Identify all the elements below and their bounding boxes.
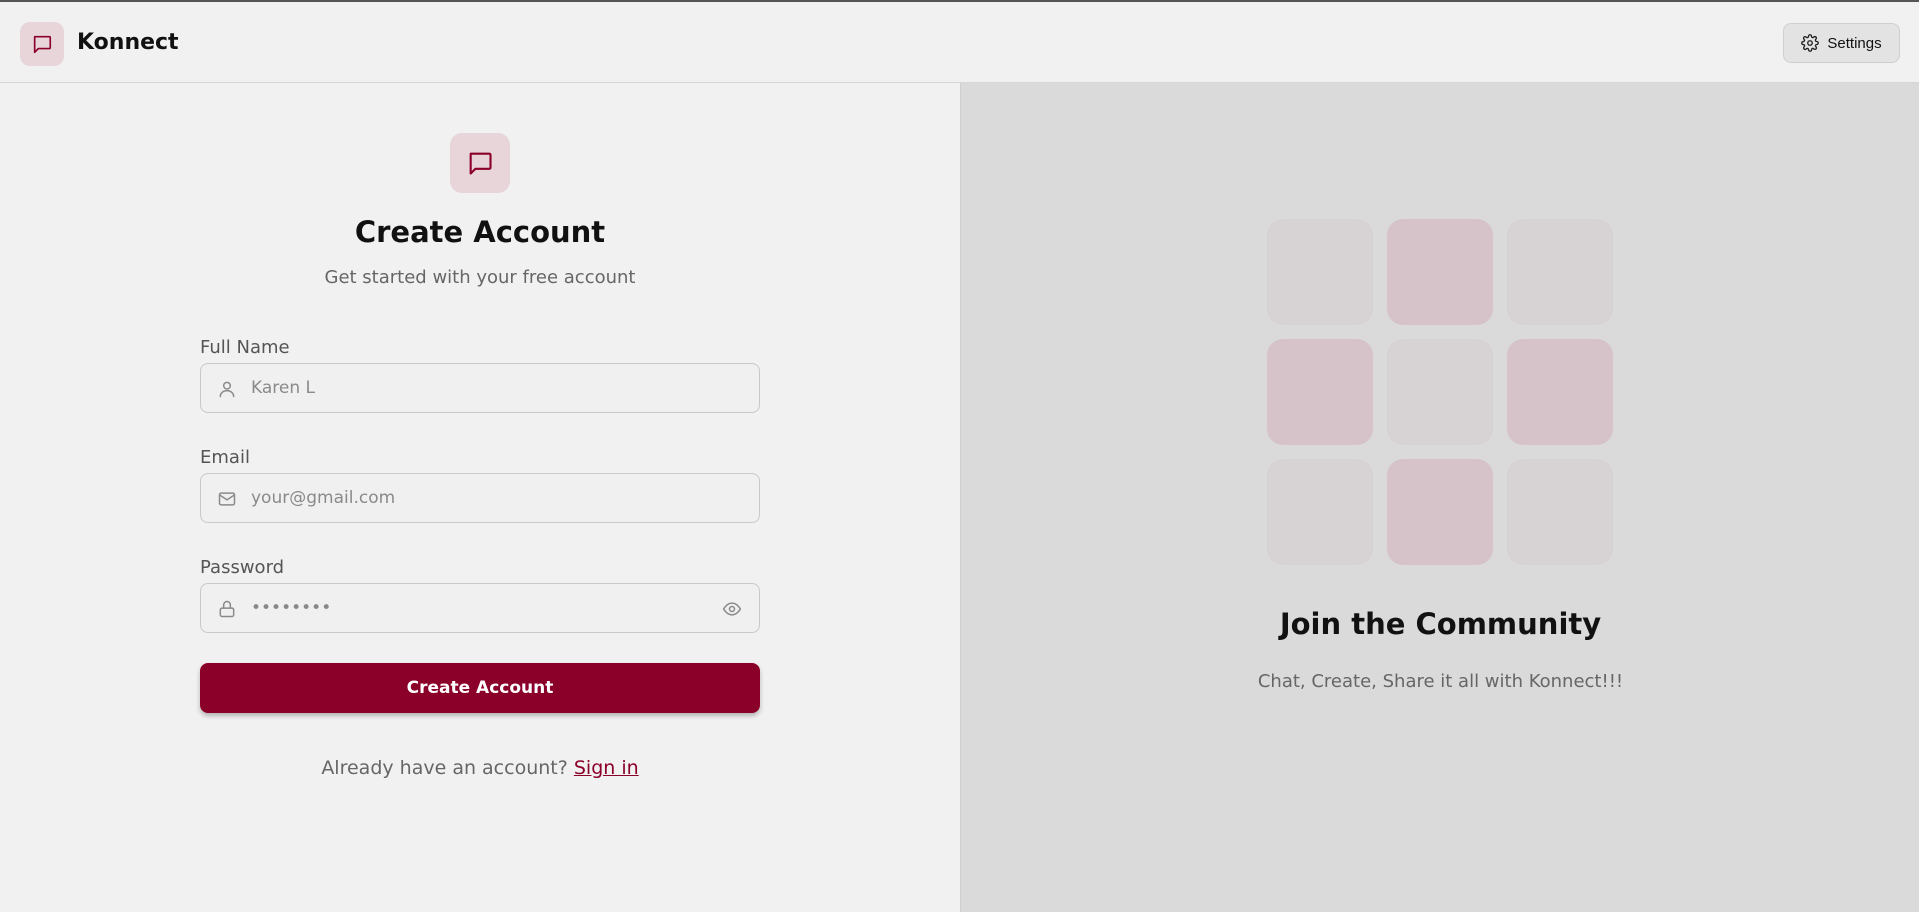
app-header: Konnect Settings (0, 2, 1919, 83)
email-field (200, 473, 760, 523)
full-name-label: Full Name (200, 337, 290, 358)
grid-tile (1507, 459, 1613, 565)
password-field (200, 583, 760, 633)
grid-tile (1387, 339, 1493, 445)
signin-link[interactable]: Sign in (574, 757, 639, 779)
password-label: Password (200, 557, 285, 578)
signin-prompt-line: Already have an account? Sign in (0, 757, 960, 779)
user-icon (215, 377, 239, 401)
grid-tile (1267, 339, 1373, 445)
gear-icon (1801, 34, 1820, 52)
form-logo (450, 133, 510, 193)
grid-tile (1267, 219, 1373, 325)
password-input[interactable] (251, 584, 691, 632)
mail-icon (215, 487, 239, 511)
form-subtitle: Get started with your free account (324, 267, 636, 288)
lock-icon (215, 597, 239, 621)
brand-logo[interactable] (20, 22, 64, 66)
grid-tile (1387, 459, 1493, 565)
message-square-icon (33, 35, 52, 54)
signup-pane: Create Account Get started with your fre… (0, 83, 960, 912)
grid-tile (1267, 459, 1373, 565)
settings-button[interactable]: Settings (1783, 23, 1900, 63)
create-account-button[interactable]: Create Account (200, 663, 760, 713)
grid-tile (1387, 219, 1493, 325)
brand-name: Konnect (77, 30, 179, 55)
email-input[interactable] (251, 474, 691, 522)
signin-prompt-text: Already have an account? (321, 757, 574, 779)
promo-pane: Join the Community Chat, Create, Share i… (960, 83, 1919, 912)
grid-tile (1507, 219, 1613, 325)
tile-grid (1267, 219, 1613, 565)
promo-title: Join the Community (1279, 607, 1602, 641)
email-label: Email (200, 447, 250, 468)
full-name-input[interactable] (251, 364, 691, 412)
grid-tile (1507, 339, 1613, 445)
eye-icon[interactable] (719, 597, 745, 621)
form-title: Create Account (354, 215, 606, 249)
message-square-icon (469, 152, 492, 175)
promo-subtitle: Chat, Create, Share it all with Konnect!… (1257, 671, 1624, 692)
settings-label: Settings (1827, 34, 1882, 52)
full-name-field (200, 363, 760, 413)
